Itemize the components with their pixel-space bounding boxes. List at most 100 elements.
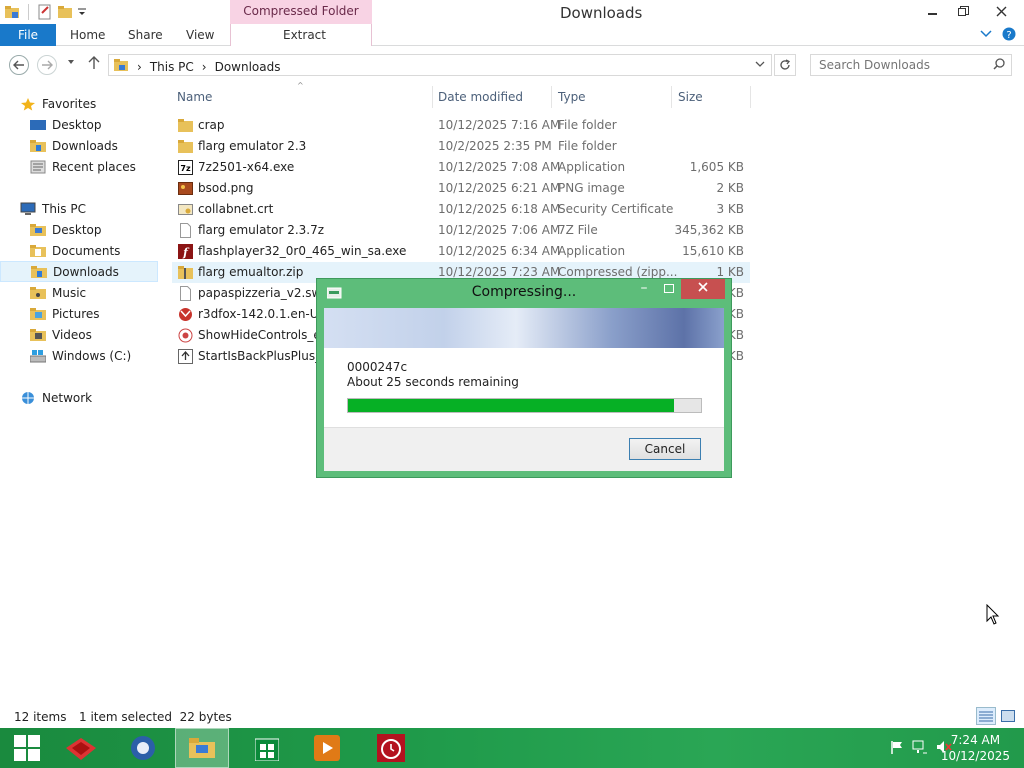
cancel-button[interactable]: Cancel: [629, 438, 701, 460]
dialog-title-bar[interactable]: Compressing... –: [317, 279, 731, 307]
tab-file[interactable]: File: [0, 24, 56, 46]
new-folder-icon[interactable]: [57, 4, 73, 20]
nav-label: Network: [42, 390, 93, 405]
large-icons-view-icon[interactable]: [998, 707, 1018, 725]
customize-dropdown-icon[interactable]: [77, 4, 93, 20]
tab-extract[interactable]: Extract: [283, 24, 326, 46]
file-row[interactable]: crap 10/12/2025 7:16 AM File folder: [172, 115, 750, 136]
search-box[interactable]: [810, 54, 1012, 76]
clock[interactable]: 7:24 AM 10/12/2025: [941, 732, 1010, 764]
tab-home[interactable]: Home: [70, 24, 105, 46]
taskbar-browser-icon[interactable]: [116, 728, 170, 768]
network-status-icon[interactable]: [912, 740, 928, 757]
taskbar-red-app-icon[interactable]: [54, 728, 108, 768]
nav-fav-downloads[interactable]: Downloads: [30, 135, 158, 156]
nav-fav-desktop[interactable]: Desktop: [30, 114, 158, 135]
refresh-button[interactable]: [774, 54, 796, 76]
nav-favorites[interactable]: Favorites: [20, 93, 158, 114]
nav-label: Desktop: [52, 222, 102, 237]
file-size: 3 KB: [716, 202, 744, 216]
nav-pc-pictures[interactable]: Pictures: [30, 303, 158, 324]
up-button[interactable]: [88, 56, 100, 73]
nav-pc-videos[interactable]: Videos: [30, 324, 158, 345]
dialog-content: 0000247c About 25 seconds remaining: [324, 348, 724, 428]
nav-pc-music[interactable]: Music: [30, 282, 158, 303]
file-type: Application: [558, 244, 626, 258]
address-box[interactable]: › This PC › Downloads: [108, 54, 772, 76]
videos-folder-icon: [30, 328, 46, 342]
breadcrumb-this-pc[interactable]: This PC: [150, 60, 194, 74]
nav-fav-recent[interactable]: Recent places: [30, 156, 158, 177]
details-view-icon[interactable]: [976, 707, 996, 725]
star-icon: [20, 97, 36, 111]
taskbar-store-icon[interactable]: [240, 728, 294, 768]
column-divider[interactable]: [551, 86, 552, 108]
minimize-button[interactable]: [918, 0, 948, 22]
help-icon[interactable]: ?: [1002, 27, 1016, 44]
expand-ribbon-icon[interactable]: [980, 27, 992, 44]
chevron-right-icon[interactable]: ›: [202, 60, 207, 74]
column-divider[interactable]: [671, 86, 672, 108]
column-size[interactable]: Size: [678, 86, 703, 108]
nav-pc-downloads[interactable]: Downloads: [0, 261, 158, 282]
properties-icon[interactable]: [37, 4, 53, 20]
flash-icon: f: [178, 244, 193, 259]
dialog-minimize-button[interactable]: –: [631, 280, 657, 300]
file-date: 10/12/2025 6:18 AM: [438, 202, 561, 216]
recent-locations-icon[interactable]: [66, 56, 76, 70]
column-name[interactable]: Name: [177, 86, 212, 108]
drive-icon: [29, 349, 47, 363]
back-button[interactable]: [9, 55, 29, 75]
nav-label: Documents: [52, 243, 121, 258]
forward-button[interactable]: [37, 55, 57, 75]
column-type[interactable]: Type: [558, 86, 586, 108]
tab-view[interactable]: View: [186, 24, 214, 46]
nav-pc-windows-c[interactable]: Windows (C:): [29, 345, 158, 366]
taskbar: 7:24 AM 10/12/2025: [0, 728, 1024, 768]
action-center-flag-icon[interactable]: [890, 740, 904, 757]
file-row[interactable]: flarg emulator 2.3 10/2/2025 2:35 PM Fil…: [172, 136, 750, 157]
search-input[interactable]: [811, 55, 981, 75]
taskbar-media-player-icon[interactable]: [300, 728, 354, 768]
progress-bar: [347, 398, 702, 413]
address-dropdown-icon[interactable]: [755, 57, 765, 74]
file-name: ShowHideControls_en: [198, 328, 329, 342]
search-icon[interactable]: [993, 58, 1005, 73]
start-button[interactable]: [0, 728, 54, 768]
file-date: 10/12/2025 7:23 AM: [438, 265, 561, 279]
taskbar-alarm-clock-icon[interactable]: [364, 728, 418, 768]
tab-share[interactable]: Share: [128, 24, 163, 46]
clock-date: 10/12/2025: [940, 749, 1010, 763]
file-name: flashplayer32_0r0_465_win_sa.exe: [198, 244, 407, 258]
close-button[interactable]: [978, 0, 1024, 22]
file-row[interactable]: collabnet.crt 10/12/2025 6:18 AM Securit…: [172, 199, 750, 220]
nav-network[interactable]: Network: [20, 387, 158, 408]
column-date-modified[interactable]: Date modified: [438, 86, 523, 108]
progress-fill: [348, 399, 674, 412]
file-row[interactable]: 7z 7z2501-x64.exe 10/12/2025 7:08 AM App…: [172, 157, 750, 178]
file-type: Compressed (zipp...: [558, 265, 678, 279]
dialog-maximize-button[interactable]: [657, 280, 681, 300]
file-name: collabnet.crt: [198, 202, 274, 216]
file-row[interactable]: bsod.png 10/12/2025 6:21 AM PNG image 2 …: [172, 178, 750, 199]
dialog-close-button[interactable]: [681, 279, 725, 299]
file-type: 7Z File: [558, 223, 598, 237]
file-row[interactable]: f flashplayer32_0r0_465_win_sa.exe 10/12…: [172, 241, 750, 262]
location-icon: [113, 58, 129, 75]
nav-pc-documents[interactable]: Documents: [30, 240, 158, 261]
column-divider[interactable]: [432, 86, 433, 108]
nav-this-pc[interactable]: This PC: [20, 198, 158, 219]
taskbar-file-explorer-icon[interactable]: [175, 728, 229, 768]
folder-app-icon[interactable]: [4, 4, 20, 20]
downloads-folder-icon: [31, 265, 47, 279]
nav-pc-desktop[interactable]: Desktop: [30, 219, 158, 240]
file-size: 15,610 KB: [682, 244, 744, 258]
column-divider[interactable]: [750, 86, 751, 108]
context-tab-header: Compressed Folder Tools: [230, 0, 372, 40]
file-row[interactable]: flarg emulator 2.3.7z 10/12/2025 7:06 AM…: [172, 220, 750, 241]
chevron-right-icon[interactable]: ›: [137, 60, 142, 74]
breadcrumb-downloads[interactable]: Downloads: [215, 60, 281, 74]
status-bar: 12 items 1 item selected 22 bytes: [0, 706, 1024, 728]
restore-button[interactable]: [948, 0, 978, 22]
mouse-cursor-icon: [986, 603, 1000, 629]
